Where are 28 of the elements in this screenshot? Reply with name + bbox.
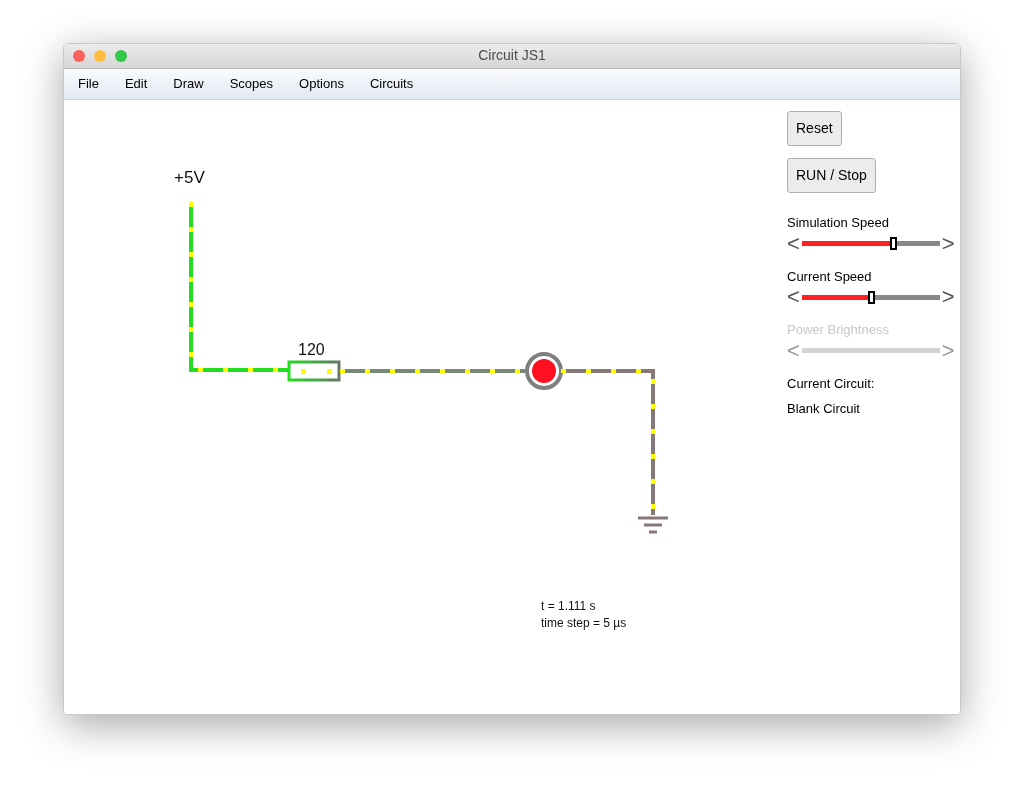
menu-item[interactable]: Options xyxy=(289,74,354,94)
resistor xyxy=(287,360,341,382)
ground-symbol xyxy=(636,516,670,534)
increase-button[interactable]: > xyxy=(941,286,955,308)
menu-item[interactable]: File xyxy=(68,74,109,94)
toolbar-button[interactable]: Reset xyxy=(787,111,842,146)
led xyxy=(525,352,563,390)
menu-item[interactable]: Edit xyxy=(114,74,158,94)
slider-thumb[interactable] xyxy=(889,237,897,250)
increase-button[interactable]: > xyxy=(941,232,955,255)
menu-item[interactable]: Circuits xyxy=(359,74,424,94)
slider-thumb[interactable] xyxy=(867,290,875,304)
circuit-canvas[interactable]: +5V 120 t = 1.111 s time step = 5 µs xyxy=(64,100,782,714)
resistor-label: 120 xyxy=(298,341,325,358)
toolbar-button[interactable]: RUN / Stop xyxy=(787,158,876,193)
status-text: time step = 5 µs xyxy=(541,616,627,630)
status-text: t = 1.111 s xyxy=(541,599,596,613)
slider-label: Simulation Speed xyxy=(787,214,890,232)
window-title: Circuit JS1 xyxy=(478,46,546,66)
current-circuit-name: Blank Circuit xyxy=(787,400,861,418)
decrease-button[interactable]: < xyxy=(787,286,800,308)
slider-label: Current Speed xyxy=(787,267,873,286)
menu-item[interactable]: Draw xyxy=(163,74,214,94)
decrease-button[interactable]: < xyxy=(787,232,800,255)
current-circuit-label: Current Circuit: xyxy=(787,374,876,393)
menu-item[interactable]: Scopes xyxy=(219,74,284,94)
voltage-label: +5V xyxy=(174,168,205,187)
slider-track[interactable] xyxy=(801,348,940,353)
